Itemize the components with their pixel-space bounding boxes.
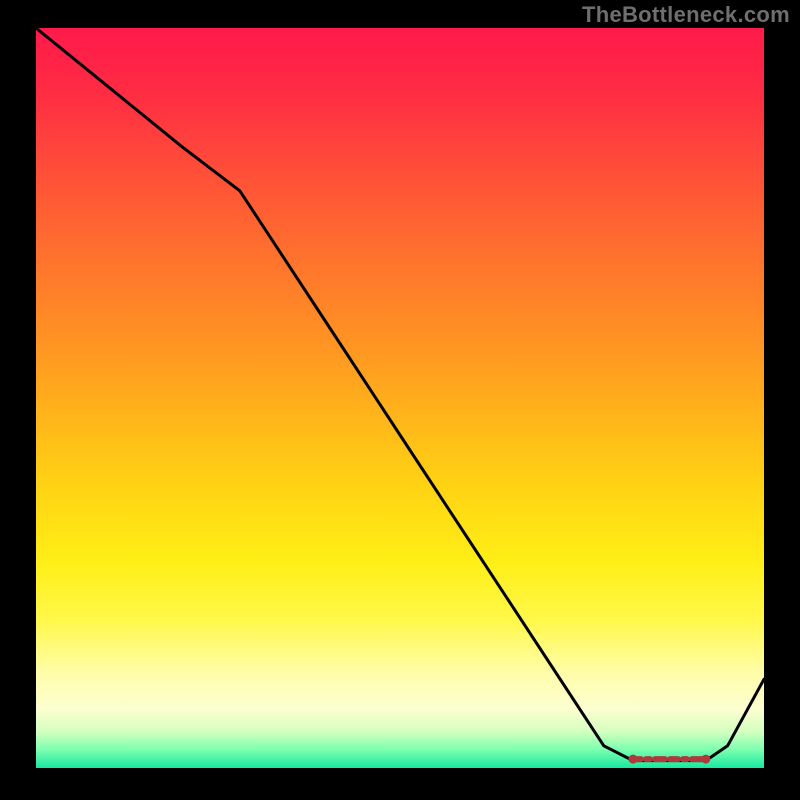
- watermark-text: TheBottleneck.com: [582, 2, 790, 28]
- chart-container: TheBottleneck.com: [0, 0, 800, 800]
- bottleneck-curve: [36, 28, 764, 761]
- chart-svg: [36, 28, 764, 768]
- optimal-range-endpoint: [628, 755, 637, 764]
- optimal-range-markers: [628, 755, 710, 764]
- plot-area: [36, 28, 764, 768]
- optimal-range-endpoint: [701, 755, 710, 764]
